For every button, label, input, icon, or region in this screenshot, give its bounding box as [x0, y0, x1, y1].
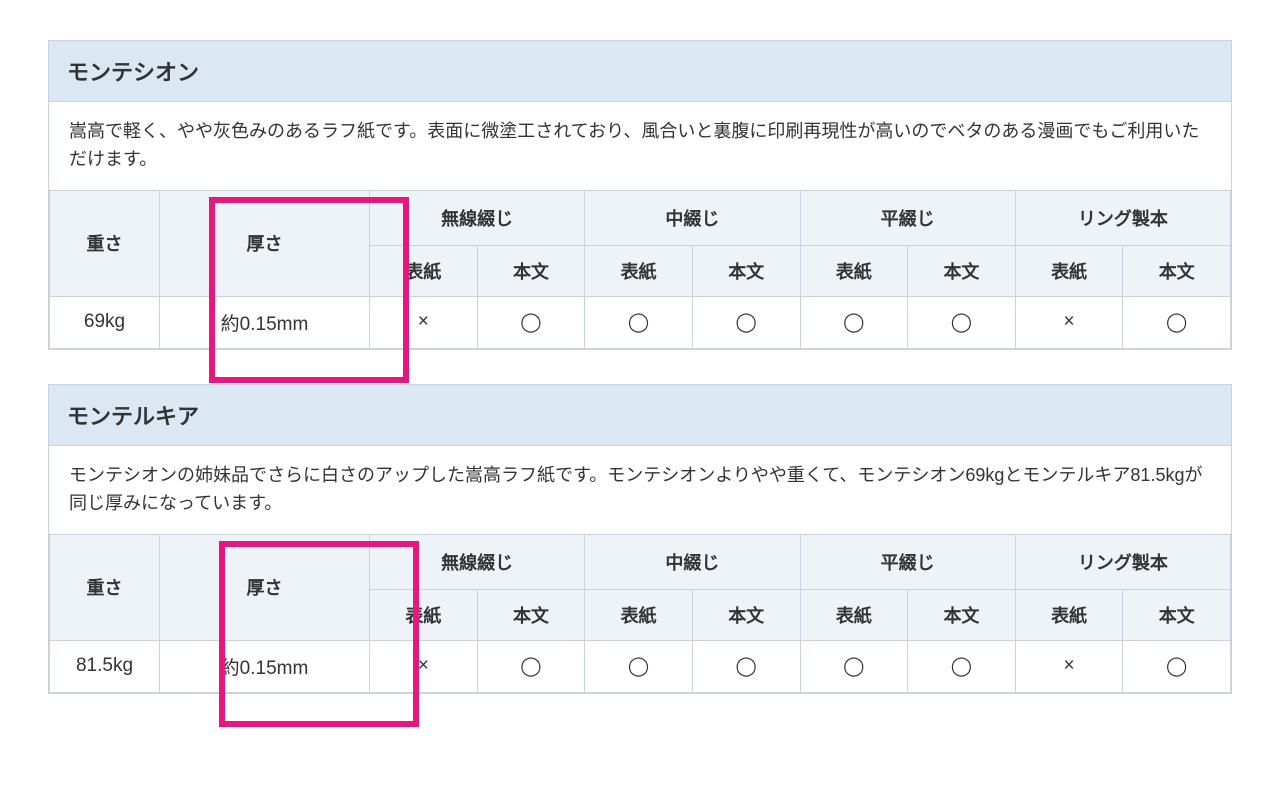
table-row: 69kg 約0.15mm × ◯ ◯ ◯ ◯ ◯ × ◯	[50, 296, 1231, 348]
cell-weight: 69kg	[50, 296, 160, 348]
cell-thickness: 約0.15mm	[160, 296, 370, 348]
header-weight: 重さ	[50, 190, 160, 296]
spec-table: 重さ 厚さ 無線綴じ 中綴じ 平綴じ リング製本 表紙 本文 表紙 本文 表紙 …	[49, 534, 1231, 693]
subheader-cover: 表紙	[800, 245, 908, 296]
cell-mark: ◯	[800, 296, 908, 348]
header-binding-musen: 無線綴じ	[370, 190, 585, 245]
header-binding-ring: リング製本	[1015, 190, 1230, 245]
cell-mark: ◯	[908, 640, 1016, 692]
panel-description: モンテシオンの姉妹品でさらに白さのアップした嵩高ラフ紙です。モンテシオンよりやや…	[49, 446, 1231, 534]
cell-mark: ◯	[477, 296, 585, 348]
cell-mark: ◯	[692, 640, 800, 692]
subheader-body: 本文	[908, 245, 1016, 296]
header-binding-naka: 中綴じ	[585, 190, 800, 245]
paper-panel-monterukia: モンテルキア モンテシオンの姉妹品でさらに白さのアップした嵩高ラフ紙です。モンテ…	[48, 384, 1232, 694]
subheader-body: 本文	[1123, 245, 1231, 296]
header-thickness: 厚さ	[160, 534, 370, 640]
cell-mark: ◯	[692, 296, 800, 348]
subheader-cover: 表紙	[370, 589, 478, 640]
cell-mark: ×	[370, 640, 478, 692]
subheader-body: 本文	[1123, 589, 1231, 640]
panel-description: 嵩高で軽く、やや灰色みのあるラフ紙です。表面に微塗工されており、風合いと裏腹に印…	[49, 102, 1231, 190]
header-thickness: 厚さ	[160, 190, 370, 296]
cell-mark: ◯	[800, 640, 908, 692]
header-binding-hira: 平綴じ	[800, 534, 1015, 589]
panel-title: モンテルキア	[49, 385, 1231, 446]
cell-mark: ◯	[477, 640, 585, 692]
cell-mark: ×	[1015, 296, 1123, 348]
cell-mark: ◯	[585, 640, 693, 692]
cell-mark: ×	[1015, 640, 1123, 692]
header-weight: 重さ	[50, 534, 160, 640]
header-binding-hira: 平綴じ	[800, 190, 1015, 245]
subheader-body: 本文	[692, 589, 800, 640]
spec-table: 重さ 厚さ 無線綴じ 中綴じ 平綴じ リング製本 表紙 本文 表紙 本文 表紙 …	[49, 190, 1231, 349]
subheader-cover: 表紙	[370, 245, 478, 296]
cell-mark: ◯	[908, 296, 1016, 348]
subheader-body: 本文	[692, 245, 800, 296]
header-binding-musen: 無線綴じ	[370, 534, 585, 589]
subheader-body: 本文	[477, 589, 585, 640]
subheader-body: 本文	[908, 589, 1016, 640]
subheader-cover: 表紙	[585, 245, 693, 296]
paper-panel-montesion: モンテシオン 嵩高で軽く、やや灰色みのあるラフ紙です。表面に微塗工されており、風…	[48, 40, 1232, 350]
cell-thickness: 約0.15mm	[160, 640, 370, 692]
subheader-cover: 表紙	[800, 589, 908, 640]
cell-mark: ◯	[1123, 640, 1231, 692]
cell-mark: ×	[370, 296, 478, 348]
header-binding-ring: リング製本	[1015, 534, 1230, 589]
subheader-cover: 表紙	[1015, 589, 1123, 640]
header-binding-naka: 中綴じ	[585, 534, 800, 589]
cell-weight: 81.5kg	[50, 640, 160, 692]
subheader-cover: 表紙	[1015, 245, 1123, 296]
subheader-body: 本文	[477, 245, 585, 296]
panel-title: モンテシオン	[49, 41, 1231, 102]
cell-mark: ◯	[1123, 296, 1231, 348]
subheader-cover: 表紙	[585, 589, 693, 640]
cell-mark: ◯	[585, 296, 693, 348]
table-row: 81.5kg 約0.15mm × ◯ ◯ ◯ ◯ ◯ × ◯	[50, 640, 1231, 692]
